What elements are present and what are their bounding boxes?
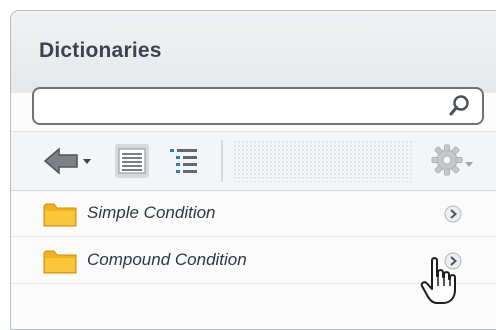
search-box[interactable]	[32, 87, 484, 125]
folder-icon	[43, 249, 77, 275]
search-icon[interactable]	[448, 94, 472, 118]
list-item-simple-condition[interactable]: Simple Condition	[11, 190, 496, 237]
search-input[interactable]	[42, 93, 436, 121]
details-view-icon[interactable]	[115, 144, 149, 178]
panel-title: Dictionaries	[39, 39, 162, 62]
panel-header: Dictionaries	[11, 11, 496, 93]
hand-pointer-cursor-icon	[418, 256, 458, 306]
toolbar	[11, 131, 496, 191]
folder-icon	[43, 202, 77, 228]
list-item-label: Compound Condition	[87, 250, 247, 269]
toolbar-spacer	[233, 140, 413, 182]
back-arrow-dropdown-icon[interactable]	[41, 143, 97, 179]
list-view-icon[interactable]	[167, 145, 201, 177]
gear-dropdown-icon[interactable]	[429, 140, 475, 182]
chevron-right-icon[interactable]	[444, 205, 462, 223]
toolbar-divider	[221, 140, 223, 182]
list-item-label: Simple Condition	[87, 203, 216, 222]
